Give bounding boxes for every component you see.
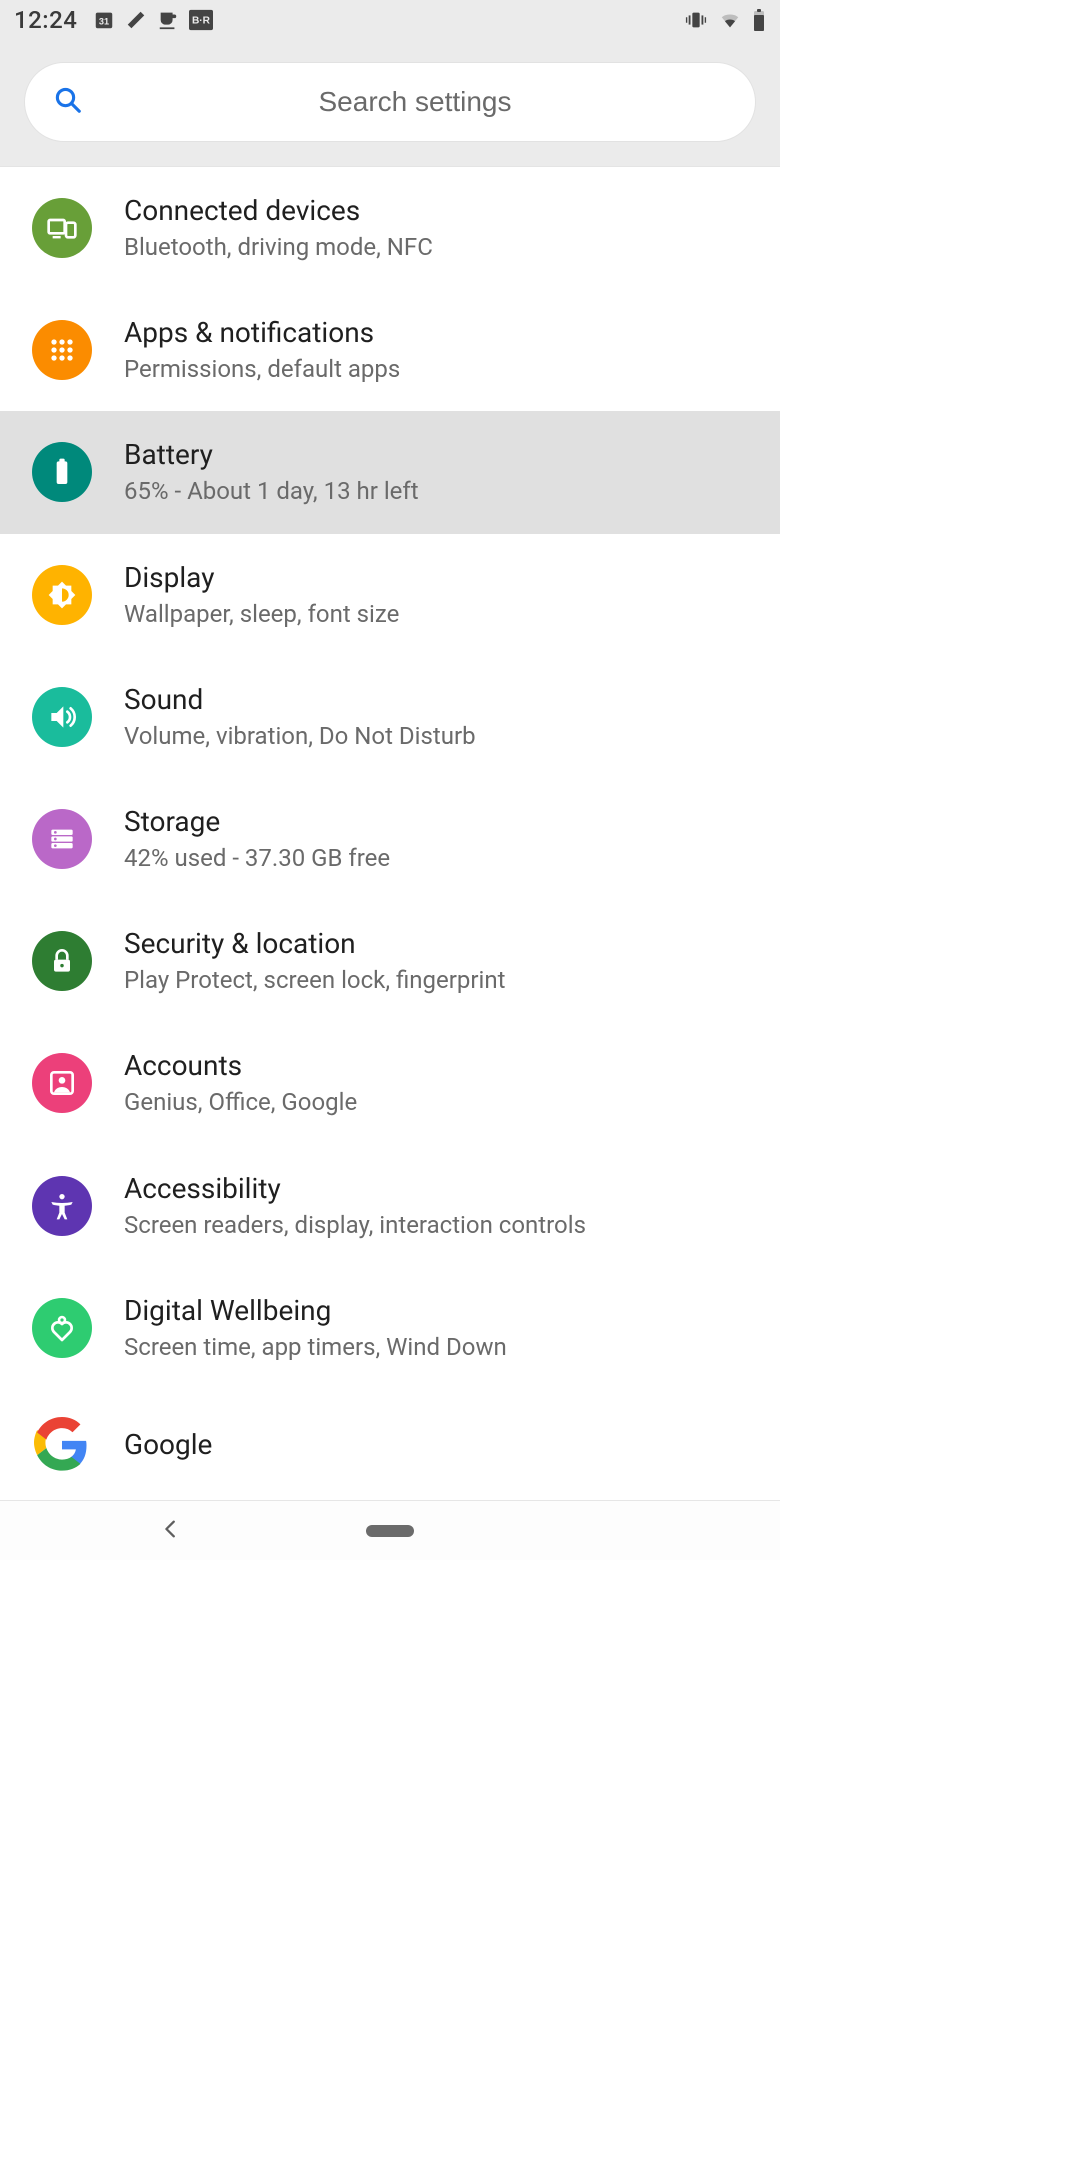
settings-item-title: Connected devices [124, 193, 760, 228]
settings-item-subtitle: Permissions, default apps [124, 354, 760, 385]
settings-item-wellbeing[interactable]: Digital Wellbeing Screen time, app timers… [0, 1267, 780, 1389]
settings-item-subtitle: Bluetooth, driving mode, NFC [124, 232, 760, 263]
settings-item-sound[interactable]: Sound Volume, vibration, Do Not Disturb [0, 656, 780, 778]
pencil-icon [125, 9, 147, 31]
search-bar[interactable] [24, 62, 756, 142]
settings-item-title: Display [124, 560, 760, 595]
settings-item-title: Sound [124, 682, 760, 717]
settings-item-connected-devices[interactable]: Connected devices Bluetooth, driving mode… [0, 167, 780, 289]
search-header [0, 40, 780, 167]
settings-item-battery[interactable]: Battery 65% - About 1 day, 13 hr left [0, 411, 780, 533]
calendar-31-icon: 31 [93, 9, 115, 31]
brightness-icon [32, 565, 92, 625]
br-badge-icon: B·R [189, 9, 213, 31]
status-bar: 12:24 31 B·R [0, 0, 780, 40]
svg-text:31: 31 [99, 17, 109, 27]
settings-item-subtitle: Volume, vibration, Do Not Disturb [124, 721, 760, 752]
wellbeing-icon [32, 1298, 92, 1358]
devices-icon [32, 198, 92, 258]
settings-item-title: Apps & notifications [124, 315, 760, 350]
settings-item-subtitle: Genius, Office, Google [124, 1087, 760, 1118]
settings-item-subtitle: Screen time, app timers, Wind Down [124, 1332, 760, 1363]
battery-status-icon [752, 9, 766, 31]
settings-item-storage[interactable]: Storage 42% used - 37.30 GB free [0, 778, 780, 900]
settings-item-subtitle: Wallpaper, sleep, font size [124, 599, 760, 630]
volume-icon [32, 687, 92, 747]
settings-item-title: Battery [124, 437, 760, 472]
settings-item-title: Accessibility [124, 1171, 760, 1206]
storage-icon [32, 809, 92, 869]
search-icon [53, 85, 83, 119]
google-icon [32, 1415, 92, 1475]
settings-item-title: Google [124, 1427, 760, 1462]
coffee-cup-icon [157, 9, 179, 31]
settings-item-title: Accounts [124, 1048, 760, 1083]
settings-item-security[interactable]: Security & location Play Protect, screen … [0, 900, 780, 1022]
settings-item-title: Security & location [124, 926, 760, 961]
vibrate-icon [684, 9, 708, 31]
settings-item-accounts[interactable]: Accounts Genius, Office, Google [0, 1022, 780, 1144]
apps-icon [32, 320, 92, 380]
lock-icon [32, 931, 92, 991]
settings-item-display[interactable]: Display Wallpaper, sleep, font size [0, 534, 780, 656]
search-input[interactable] [103, 86, 727, 118]
accessibility-icon [32, 1176, 92, 1236]
battery-icon [32, 442, 92, 502]
svg-text:B·R: B·R [192, 16, 211, 27]
status-time: 12:24 [14, 6, 77, 34]
settings-item-subtitle: 65% - About 1 day, 13 hr left [124, 476, 760, 507]
navigation-bar [0, 1500, 780, 1560]
wifi-icon [718, 9, 742, 31]
settings-item-title: Digital Wellbeing [124, 1293, 760, 1328]
settings-list: Connected devices Bluetooth, driving mode… [0, 167, 780, 1500]
settings-item-google[interactable]: Google [0, 1389, 780, 1500]
settings-item-subtitle: 42% used - 37.30 GB free [124, 843, 760, 874]
home-pill[interactable] [366, 1525, 414, 1537]
settings-item-subtitle: Screen readers, display, interaction con… [124, 1210, 760, 1241]
back-button[interactable] [160, 1518, 182, 1544]
settings-item-apps[interactable]: Apps & notifications Permissions, default… [0, 289, 780, 411]
account-icon [32, 1053, 92, 1113]
settings-item-subtitle: Play Protect, screen lock, fingerprint [124, 965, 760, 996]
settings-item-accessibility[interactable]: Accessibility Screen readers, display, in… [0, 1145, 780, 1267]
settings-item-title: Storage [124, 804, 760, 839]
